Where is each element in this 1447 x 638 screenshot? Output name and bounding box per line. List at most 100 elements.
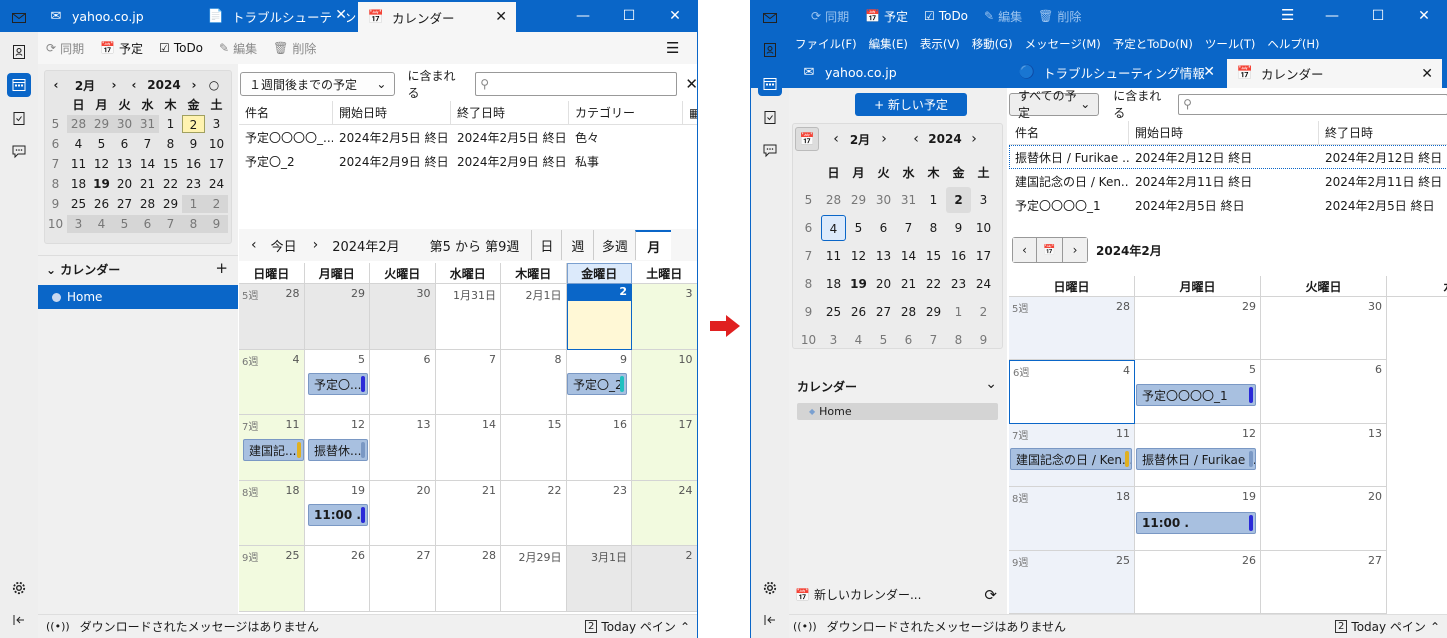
minimonth-day[interactable]: 3: [205, 115, 228, 133]
refresh-icon[interactable]: ⟳: [984, 586, 997, 604]
tab-mail[interactable]: ✉ yahoo.co.jp: [38, 0, 196, 32]
column-end[interactable]: 終了日時: [1319, 121, 1447, 144]
day-cell[interactable]: 18 8週: [239, 480, 305, 547]
maximize-button[interactable]: ☐: [606, 0, 652, 32]
close-tab-icon[interactable]: ✕: [1421, 66, 1433, 82]
minimonth-day[interactable]: 2: [971, 299, 996, 325]
day-cell[interactable]: 27: [1261, 550, 1387, 614]
minimonth-day[interactable]: 21: [136, 175, 159, 193]
day-cell[interactable]: 25 9週: [239, 546, 305, 612]
minimonth-day[interactable]: 17: [205, 155, 228, 173]
day-cell[interactable]: 28 5週: [1009, 297, 1135, 361]
calendar-item-home[interactable]: ◆ Home: [797, 403, 998, 420]
prev-year-icon[interactable]: ‹: [124, 78, 144, 92]
event-item[interactable]: 建国記...: [243, 439, 304, 461]
new-event-button[interactable]: 📅 予定: [857, 8, 916, 25]
tab-calendar[interactable]: 📅 カレンダー ✕: [358, 0, 516, 32]
today-pane-toggle[interactable]: 2 Today ペイン ⌃: [1335, 618, 1440, 635]
table-row[interactable]: 振替休日 / Furikae ... 2024年2月12日 終日 2024年2月12…: [1009, 145, 1447, 169]
minimonth-day[interactable]: 28: [136, 195, 159, 213]
mail-space-icon[interactable]: [758, 6, 782, 30]
day-cell[interactable]: 13: [1261, 423, 1387, 488]
minimonth-day[interactable]: 11: [67, 155, 90, 173]
day-cell[interactable]: 4 6週: [1009, 360, 1135, 424]
calendar-item-home[interactable]: Home: [38, 285, 238, 309]
delete-button[interactable]: 🗑 削除: [265, 40, 324, 57]
add-calendar-icon[interactable]: +: [215, 259, 228, 277]
minimonth-day[interactable]: 26: [846, 299, 871, 325]
column-start[interactable]: 開始日時: [1129, 121, 1319, 144]
day-cell[interactable]: 24: [632, 480, 697, 547]
day-cell[interactable]: 20: [1261, 487, 1387, 551]
minimonth-day[interactable]: 17: [971, 243, 996, 269]
next-icon[interactable]: ›: [1063, 238, 1087, 262]
sync-button[interactable]: ⟳ 同期: [38, 40, 92, 57]
minimonth-day[interactable]: 2: [205, 195, 228, 213]
minimonth-day[interactable]: 18: [821, 271, 846, 297]
day-cell[interactable]: 7: [435, 349, 501, 416]
minimonth-day[interactable]: 13: [871, 243, 896, 269]
chat-space-icon[interactable]: [758, 138, 782, 162]
tasks-space-icon[interactable]: [758, 105, 782, 129]
prev-year-icon[interactable]: ‹: [905, 131, 927, 147]
minimonth-day[interactable]: 10: [205, 135, 228, 153]
day-cell[interactable]: 6: [1261, 360, 1387, 424]
minimonth-day[interactable]: 1: [946, 299, 971, 325]
today-pane-toggle[interactable]: 2 Today ペイン ⌃: [585, 618, 690, 635]
menu-item[interactable]: 表示(V): [914, 36, 966, 52]
chat-space-icon[interactable]: [7, 139, 31, 163]
minimonth-day[interactable]: 23: [182, 175, 205, 193]
minimonth-day[interactable]: 26: [90, 195, 113, 213]
view-week[interactable]: 週: [561, 230, 593, 260]
minimonth-day[interactable]: 14: [896, 243, 921, 269]
settings-gear-icon[interactable]: [7, 576, 31, 600]
minimonth-day[interactable]: 5: [90, 135, 113, 153]
minimonth-day[interactable]: 8: [182, 215, 205, 233]
minimonth-day[interactable]: 27: [871, 299, 896, 325]
minimonth-day[interactable]: 13: [113, 155, 136, 173]
next-icon[interactable]: ›: [313, 237, 319, 253]
search-input[interactable]: ⚲: [475, 72, 678, 96]
column-title[interactable]: 件名: [1009, 121, 1129, 144]
day-cell[interactable]: 28: [435, 546, 501, 612]
minimonth-day[interactable]: 12: [846, 243, 871, 269]
minimonth-day[interactable]: 30: [113, 115, 136, 133]
view-multiweek[interactable]: 多週: [593, 230, 635, 260]
minimonth-day[interactable]: 6: [136, 215, 159, 233]
minimonth-day[interactable]: 21: [896, 271, 921, 297]
day-cell[interactable]: 21: [435, 480, 501, 547]
today-circle-icon[interactable]: ○: [204, 78, 224, 92]
calendar-today-icon[interactable]: 📅: [1037, 238, 1063, 262]
online-status-icon[interactable]: ((•)): [793, 620, 817, 633]
minimonth-day[interactable]: 25: [821, 299, 846, 325]
day-cell[interactable]: 17: [632, 415, 697, 481]
event-item[interactable]: 11:00 .: [1136, 512, 1256, 534]
day-cell[interactable]: 29: [304, 284, 370, 350]
column-title[interactable]: 件名: [239, 101, 333, 124]
day-cell[interactable]: 2: [566, 284, 632, 350]
minimonth-day[interactable]: 2: [946, 187, 971, 213]
prev-icon[interactable]: ‹: [1013, 238, 1037, 262]
event-item[interactable]: 予定〇〇〇〇_1: [1136, 384, 1256, 406]
next-month-icon[interactable]: ›: [873, 131, 895, 147]
minimonth-day[interactable]: 30: [871, 187, 896, 213]
minimonth-day[interactable]: 3: [67, 215, 90, 233]
menu-item[interactable]: 移動(G): [966, 36, 1019, 52]
minimonth-day[interactable]: 9: [205, 215, 228, 233]
minimonth-day[interactable]: 7: [896, 215, 921, 241]
maximize-button[interactable]: ☐: [1355, 0, 1401, 32]
prev-month-icon[interactable]: ‹: [46, 78, 66, 92]
day-cell[interactable]: 15: [501, 415, 567, 481]
minimonth-day[interactable]: 14: [136, 155, 159, 173]
calendar-list-header[interactable]: カレンダー: [797, 378, 857, 395]
minimonth-day[interactable]: 10: [971, 215, 996, 241]
calendar-list-header[interactable]: ⌄ カレンダー: [46, 261, 120, 278]
menu-item[interactable]: ファイル(F): [789, 36, 863, 52]
calendar-space-icon[interactable]: [758, 72, 782, 96]
menu-item[interactable]: メッセージ(M): [1019, 36, 1107, 52]
minimonth-day[interactable]: 11: [821, 243, 846, 269]
menu-item[interactable]: 予定とToDo(N): [1107, 36, 1199, 52]
tab-troubleshooting[interactable]: 📄 トラブルシューティング ✕: [198, 0, 356, 32]
minimonth-day[interactable]: 20: [871, 271, 896, 297]
app-menu-icon[interactable]: ☰: [1281, 6, 1294, 24]
